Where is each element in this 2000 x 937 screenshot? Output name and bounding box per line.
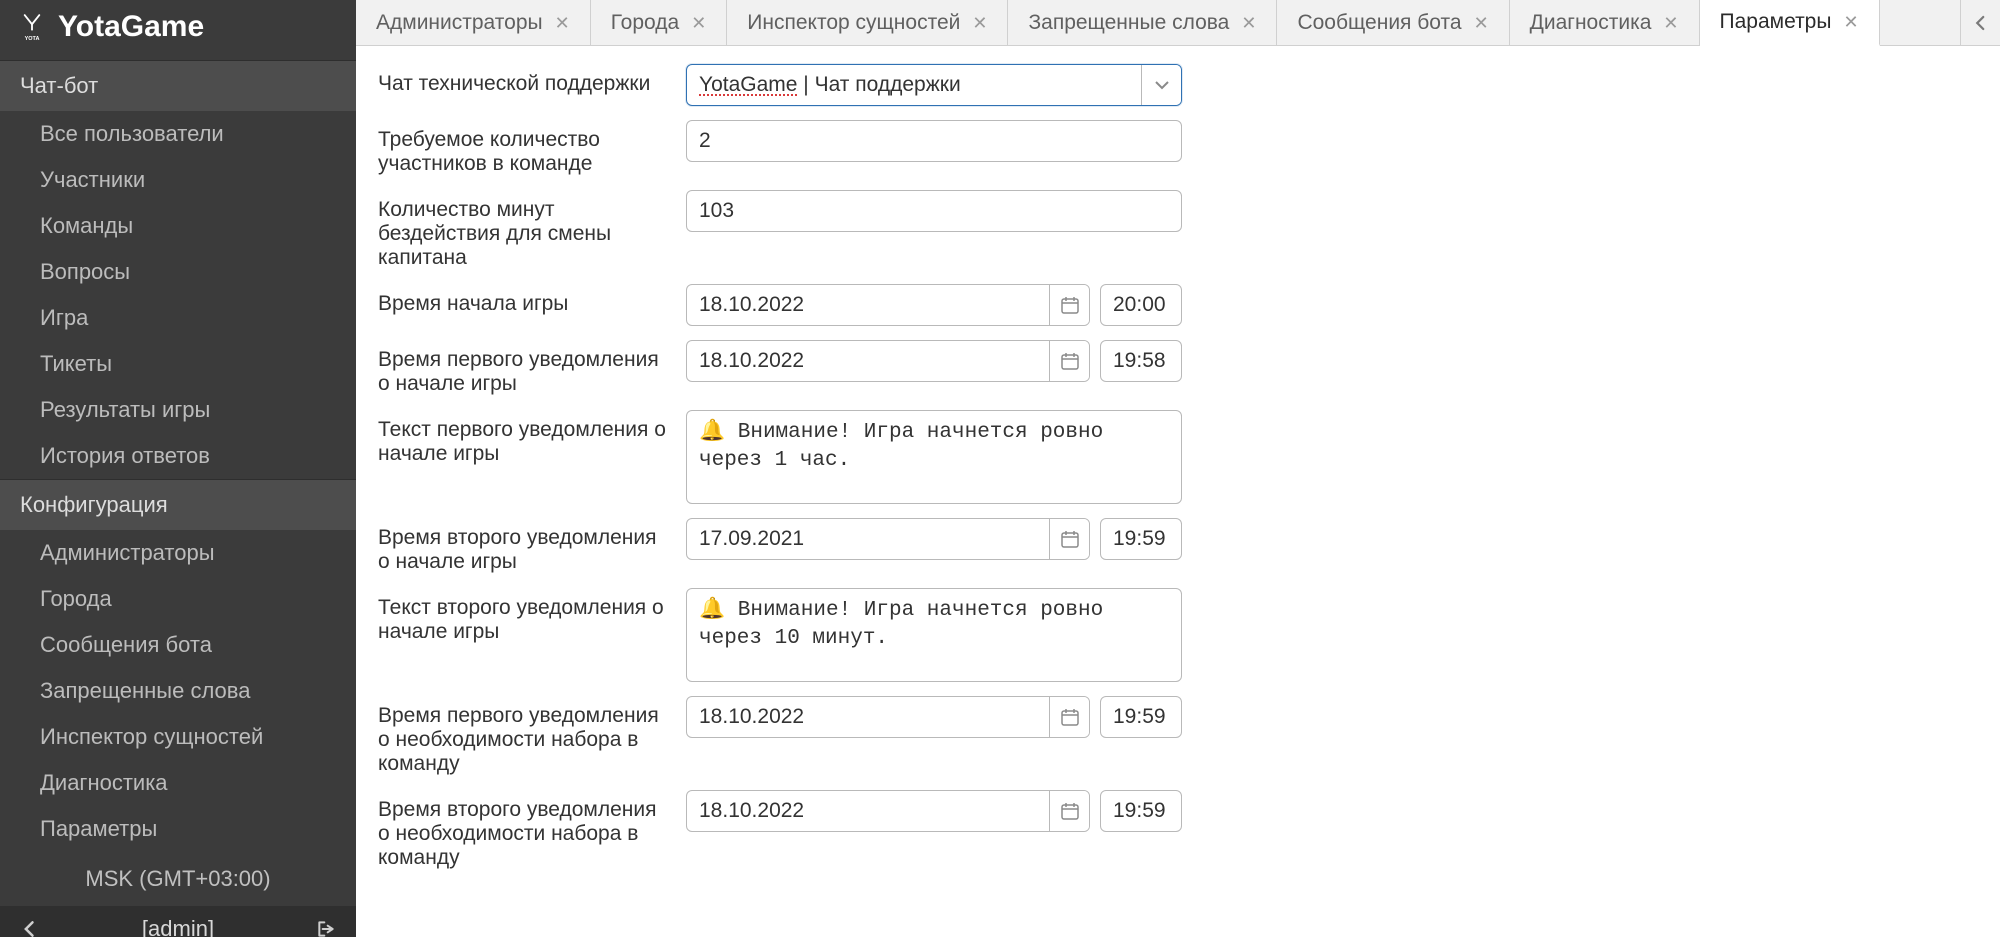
sidebar-item-diagnostics[interactable]: Диагностика bbox=[0, 760, 356, 806]
support-chat-select[interactable]: YotaGame | Чат поддержки bbox=[686, 64, 1182, 106]
sidebar-item-questions[interactable]: Вопросы bbox=[0, 249, 356, 295]
sidebar-section-config[interactable]: Конфигурация bbox=[0, 479, 356, 530]
idle-minutes-input[interactable] bbox=[686, 190, 1182, 232]
tab-diagnostics[interactable]: Диагностика ✕ bbox=[1510, 0, 1700, 45]
close-icon[interactable]: ✕ bbox=[691, 14, 706, 32]
tab-label: Диагностика bbox=[1530, 11, 1652, 35]
row-support-chat: Чат технической поддержки YotaGame | Чат… bbox=[378, 64, 1978, 106]
row-recruit1: Время первого уведомления о необходимост… bbox=[378, 696, 1978, 776]
tab-parameters[interactable]: Параметры ✕ bbox=[1700, 0, 1880, 46]
game-start-date-value: 18.10.2022 bbox=[687, 285, 1049, 325]
close-icon[interactable]: ✕ bbox=[972, 14, 987, 32]
label-idle-minutes: Количество минут бездействия для смены к… bbox=[378, 190, 668, 270]
support-chat-value: YotaGame | Чат поддержки bbox=[687, 65, 1141, 105]
sidebar-item-banned-words[interactable]: Запрещенные слова bbox=[0, 668, 356, 714]
row-recruit2: Время второго уведомления о необходимост… bbox=[378, 790, 1978, 870]
sidebar-item-admins[interactable]: Администраторы bbox=[0, 530, 356, 576]
row-team-size: Требуемое количество участников в команд… bbox=[378, 120, 1978, 176]
sidebar-item-all-users[interactable]: Все пользователи bbox=[0, 111, 356, 157]
tabstrip-collapse-icon[interactable] bbox=[1960, 0, 2000, 45]
label-team-size: Требуемое количество участников в команд… bbox=[378, 120, 668, 176]
row-notify1-time: Время первого уведомления о начале игры … bbox=[378, 340, 1978, 396]
calendar-icon[interactable] bbox=[1049, 519, 1089, 559]
sidebar-item-cities[interactable]: Города bbox=[0, 576, 356, 622]
sidebar-footer: [admin] bbox=[0, 906, 356, 937]
recruit1-date[interactable]: 18.10.2022 bbox=[686, 696, 1090, 738]
tab-bot-messages[interactable]: Сообщения бота ✕ bbox=[1277, 0, 1509, 45]
sidebar-item-participants[interactable]: Участники bbox=[0, 157, 356, 203]
sidebar: YOTA YotaGame Чат-бот Все пользователи У… bbox=[0, 0, 356, 937]
tab-label: Запрещенные слова bbox=[1028, 11, 1229, 35]
brand: YOTA YotaGame bbox=[0, 0, 356, 60]
close-icon[interactable]: ✕ bbox=[1241, 14, 1256, 32]
close-icon[interactable]: ✕ bbox=[1474, 14, 1489, 32]
brand-icon: YOTA bbox=[20, 13, 44, 41]
sidebar-item-bot-messages[interactable]: Сообщения бота bbox=[0, 622, 356, 668]
recruit1-time[interactable] bbox=[1100, 696, 1182, 738]
row-notify2-time: Время второго уведомления о начале игры … bbox=[378, 518, 1978, 574]
sidebar-item-parameters[interactable]: Параметры bbox=[0, 806, 356, 852]
tab-label: Сообщения бота bbox=[1297, 11, 1461, 35]
tab-label: Инспектор сущностей bbox=[747, 11, 960, 35]
parameters-form: Чат технической поддержки YotaGame | Чат… bbox=[356, 46, 2000, 937]
recruit2-date[interactable]: 18.10.2022 bbox=[686, 790, 1090, 832]
row-notify2-text: Текст второго уведомления о начале игры bbox=[378, 588, 1978, 682]
close-icon[interactable]: ✕ bbox=[555, 14, 570, 32]
label-notify2-text: Текст второго уведомления о начале игры bbox=[378, 588, 668, 644]
notify2-date[interactable]: 17.09.2021 bbox=[686, 518, 1090, 560]
calendar-icon[interactable] bbox=[1049, 341, 1089, 381]
calendar-icon[interactable] bbox=[1049, 285, 1089, 325]
game-start-date[interactable]: 18.10.2022 bbox=[686, 284, 1090, 326]
label-support-chat: Чат технической поддержки bbox=[378, 64, 668, 96]
tab-label: Параметры bbox=[1720, 10, 1832, 34]
row-game-start: Время начала игры 18.10.2022 bbox=[378, 284, 1978, 326]
notify1-textarea[interactable] bbox=[686, 410, 1182, 504]
calendar-icon[interactable] bbox=[1049, 791, 1089, 831]
svg-text:YOTA: YOTA bbox=[25, 36, 40, 41]
tab-banned-words[interactable]: Запрещенные слова ✕ bbox=[1008, 0, 1277, 45]
recruit2-date-value: 18.10.2022 bbox=[687, 791, 1049, 831]
notify1-time[interactable] bbox=[1100, 340, 1182, 382]
logout-icon[interactable] bbox=[314, 917, 338, 937]
timezone-label: MSK (GMT+03:00) bbox=[0, 852, 356, 906]
row-idle-minutes: Количество минут бездействия для смены к… bbox=[378, 190, 1978, 270]
tab-cities[interactable]: Города ✕ bbox=[591, 0, 728, 45]
team-size-input[interactable] bbox=[686, 120, 1182, 162]
label-notify1-time: Время первого уведомления о начале игры bbox=[378, 340, 668, 396]
tab-entity-inspector[interactable]: Инспектор сущностей ✕ bbox=[727, 0, 1008, 45]
notify2-date-value: 17.09.2021 bbox=[687, 519, 1049, 559]
tab-admins[interactable]: Администраторы ✕ bbox=[356, 0, 591, 45]
main-area: Администраторы ✕ Города ✕ Инспектор сущнос… bbox=[356, 0, 2000, 937]
tab-label: Города bbox=[611, 11, 679, 35]
label-recruit2: Время второго уведомления о необходимост… bbox=[378, 790, 668, 870]
notify1-date-value: 18.10.2022 bbox=[687, 341, 1049, 381]
sidebar-section-chatbot[interactable]: Чат-бот bbox=[0, 60, 356, 111]
recruit2-time[interactable] bbox=[1100, 790, 1182, 832]
sidebar-item-teams[interactable]: Команды bbox=[0, 203, 356, 249]
sidebar-item-game[interactable]: Игра bbox=[0, 295, 356, 341]
tab-label: Администраторы bbox=[376, 11, 543, 35]
label-game-start: Время начала игры bbox=[378, 284, 668, 316]
label-notify1-text: Текст первого уведомления о начале игры bbox=[378, 410, 668, 466]
sidebar-item-tickets[interactable]: Тикеты bbox=[0, 341, 356, 387]
label-notify2-time: Время второго уведомления о начале игры bbox=[378, 518, 668, 574]
chevron-left-icon[interactable] bbox=[18, 917, 42, 937]
notify2-time[interactable] bbox=[1100, 518, 1182, 560]
calendar-icon[interactable] bbox=[1049, 697, 1089, 737]
close-icon[interactable]: ✕ bbox=[1663, 14, 1678, 32]
sidebar-item-results[interactable]: Результаты игры bbox=[0, 387, 356, 433]
brand-title: YotaGame bbox=[58, 10, 204, 44]
current-user: [admin] bbox=[42, 916, 314, 937]
row-notify1-text: Текст первого уведомления о начале игры bbox=[378, 410, 1978, 504]
game-start-time[interactable] bbox=[1100, 284, 1182, 326]
sidebar-item-answer-history[interactable]: История ответов bbox=[0, 433, 356, 479]
recruit1-date-value: 18.10.2022 bbox=[687, 697, 1049, 737]
label-recruit1: Время первого уведомления о необходимост… bbox=[378, 696, 668, 776]
tabstrip: Администраторы ✕ Города ✕ Инспектор сущнос… bbox=[356, 0, 2000, 46]
notify1-date[interactable]: 18.10.2022 bbox=[686, 340, 1090, 382]
notify2-textarea[interactable] bbox=[686, 588, 1182, 682]
chevron-down-icon[interactable] bbox=[1141, 65, 1181, 105]
close-icon[interactable]: ✕ bbox=[1843, 13, 1858, 31]
sidebar-item-entity-inspector[interactable]: Инспектор сущностей bbox=[0, 714, 356, 760]
